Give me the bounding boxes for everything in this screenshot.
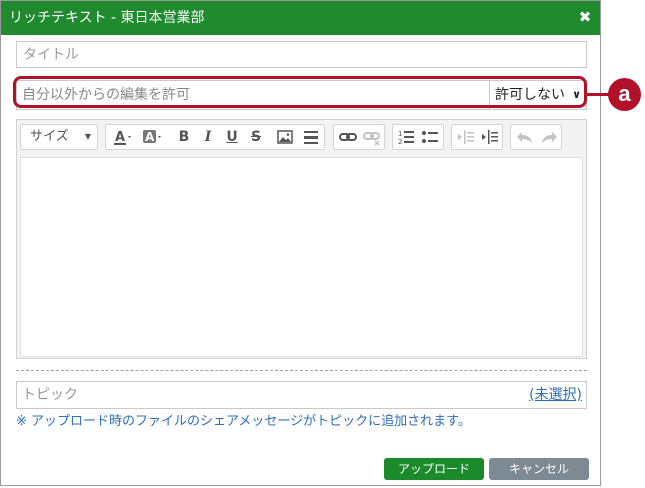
- insert-link-button[interactable]: [336, 125, 360, 149]
- background-color-glyph: A: [145, 130, 155, 144]
- topic-select-link[interactable]: (未選択): [529, 382, 582, 408]
- undo-button[interactable]: [513, 125, 537, 149]
- font-size-dropdown[interactable]: サイズ ▼: [20, 124, 98, 150]
- font-color-glyph: A: [115, 130, 125, 145]
- horizontal-rule-icon: [304, 131, 318, 144]
- list-group: 1 2: [392, 124, 444, 150]
- permission-highlight: [13, 76, 587, 108]
- background-color-button[interactable]: A: [140, 125, 164, 149]
- ordered-list-icon: 1 2: [398, 130, 414, 146]
- indent-icon: [482, 130, 498, 144]
- format-group: A A B I U S: [105, 124, 325, 150]
- bullet-list-button[interactable]: [419, 125, 443, 149]
- share-message-note: ※ アップロード時のファイルのシェアメッセージがトピックに追加されます。: [16, 414, 471, 429]
- section-divider: [16, 370, 587, 371]
- remove-link-button[interactable]: [360, 125, 384, 149]
- upload-button[interactable]: アップロード: [384, 458, 484, 480]
- italic-button[interactable]: I: [198, 125, 218, 149]
- undo-icon: [517, 132, 532, 143]
- strikethrough-button[interactable]: S: [246, 125, 266, 149]
- callout-badge: a: [608, 78, 641, 111]
- underline-button[interactable]: U: [222, 125, 242, 149]
- title-input[interactable]: [17, 42, 586, 67]
- ordered-list-button[interactable]: 1 2: [395, 125, 419, 149]
- topic-label: トピック: [22, 387, 78, 403]
- bold-button[interactable]: B: [174, 125, 194, 149]
- svg-text:1: 1: [398, 130, 402, 138]
- history-group: [510, 124, 562, 150]
- link-icon: [339, 133, 357, 141]
- topic-field: トピック (未選択): [16, 381, 587, 409]
- redo-button[interactable]: [537, 125, 561, 149]
- link-group: [333, 124, 385, 150]
- indent-button[interactable]: [478, 125, 502, 149]
- indent-group: [451, 124, 503, 150]
- dialog-title: リッチテキスト - 東日本営業部: [9, 10, 205, 26]
- font-size-label: サイズ: [30, 129, 69, 144]
- outdent-icon: [458, 130, 474, 144]
- rich-text-editor: サイズ ▼ A A B I U S 1 2: [16, 119, 587, 359]
- outdent-button[interactable]: [454, 125, 478, 149]
- caret-down-icon: ▼: [84, 132, 91, 141]
- bullet-list-icon: [422, 131, 438, 143]
- insert-image-button[interactable]: [274, 125, 296, 149]
- title-field[interactable]: [16, 41, 587, 68]
- redo-icon: [542, 132, 557, 143]
- image-icon: [277, 130, 293, 144]
- dialog-titlebar: リッチテキスト - 東日本営業部 ✖: [1, 1, 600, 35]
- editor-content-area[interactable]: [20, 157, 583, 357]
- font-color-button[interactable]: A: [110, 125, 134, 149]
- background-color-icon: A: [143, 130, 161, 144]
- horizontal-rule-button[interactable]: [300, 125, 322, 149]
- close-icon[interactable]: ✖: [578, 9, 592, 25]
- cancel-button[interactable]: キャンセル: [489, 458, 589, 480]
- svg-text:2: 2: [398, 138, 402, 146]
- unlink-icon: [363, 132, 380, 146]
- font-color-icon: A: [114, 130, 131, 145]
- rich-text-dialog: リッチテキスト - 東日本営業部 ✖ 自分以外からの編集を許可 許可しない ∨ …: [0, 0, 601, 486]
